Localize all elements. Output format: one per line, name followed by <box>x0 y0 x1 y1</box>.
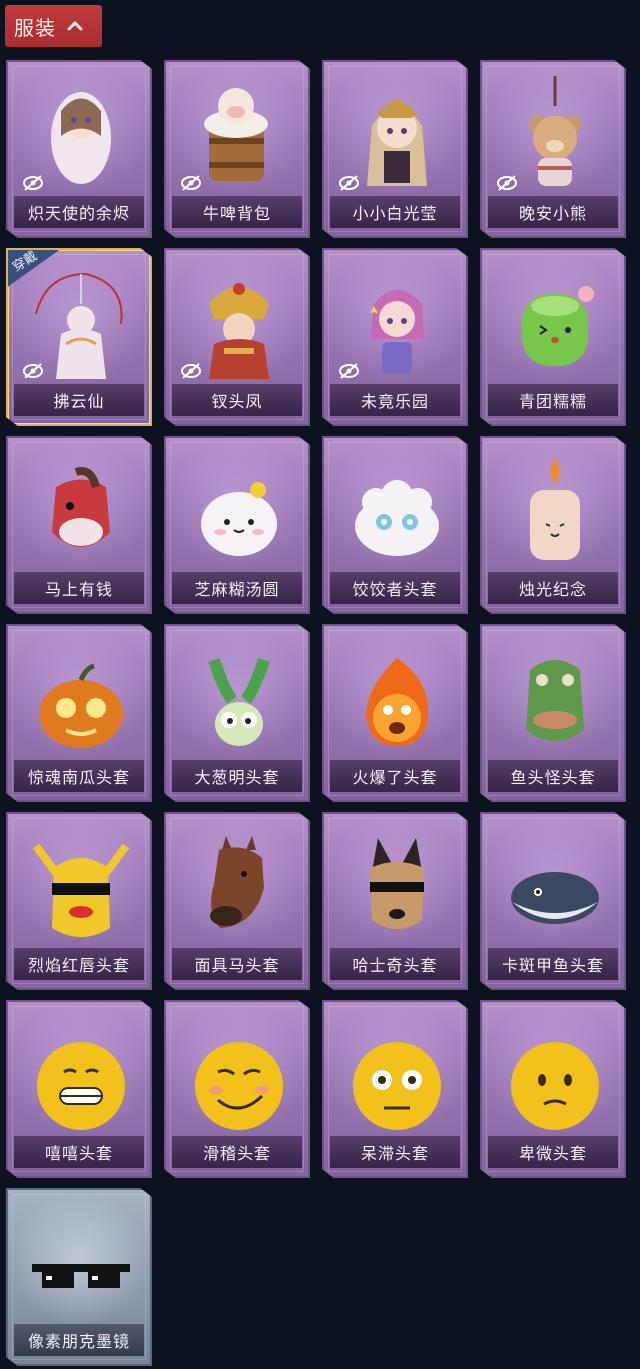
costume-head-pumpkin <box>39 663 123 748</box>
costume-card[interactable]: 钗头凤 <box>164 248 310 426</box>
costume-name: 滑稽头套 <box>172 1136 302 1168</box>
costume-name: 青团糯糯 <box>488 384 618 416</box>
costume-name: 炽天使的余烬 <box>14 196 144 228</box>
costume-name: 面具马头套 <box>172 948 302 980</box>
costume-card[interactable]: 滑稽头套 <box>164 1000 310 1178</box>
hidden-eye-icon[interactable] <box>338 362 360 380</box>
costume-card[interactable]: 像素朋克墨镜 <box>6 1188 152 1366</box>
wearing-badge: 穿戴 <box>8 250 62 288</box>
costume-card[interactable]: 惊魂南瓜头套 <box>6 624 152 802</box>
costume-card[interactable]: 青团糯糯 <box>480 248 626 426</box>
costume-figure-green-rice-ball <box>522 286 594 366</box>
costume-card[interactable]: 烈焰红唇头套 <box>6 812 152 990</box>
costume-head-fish-monster <box>526 660 584 741</box>
hidden-eye-icon[interactable] <box>22 174 44 192</box>
costume-name: 烈焰红唇头套 <box>14 948 144 980</box>
costume-head-dazed-emoji <box>353 1042 441 1130</box>
costume-card[interactable]: 哈士奇头套 <box>322 812 468 990</box>
costume-card[interactable]: 卑微头套 <box>480 1000 626 1178</box>
costume-head-sesame-dumpling <box>201 482 277 556</box>
costume-head-grin-emoji <box>37 1042 125 1130</box>
costume-name: 像素朋克墨镜 <box>14 1324 144 1356</box>
costume-card[interactable]: 饺饺者头套 <box>322 436 468 614</box>
costume-name: 哈士奇头套 <box>330 948 460 980</box>
costume-head-spotted-fish <box>511 872 599 924</box>
costume-head-scallion <box>208 658 270 746</box>
costume-name: 晚安小熊 <box>488 196 618 228</box>
chevron-up-icon <box>67 21 83 31</box>
costume-head-candle <box>530 458 580 560</box>
costume-head-horse-red <box>52 467 110 547</box>
costume-card[interactable]: 晚安小熊 <box>480 60 626 238</box>
hidden-eye-icon[interactable] <box>180 174 202 192</box>
costume-name: 小小白光莹 <box>330 196 460 228</box>
costume-name: 牛啤背包 <box>172 196 302 228</box>
hidden-eye-icon[interactable] <box>180 362 202 380</box>
costume-head-husky <box>370 838 424 929</box>
costume-pixel-sunglasses <box>32 1264 130 1288</box>
costume-card[interactable]: 卡斑甲鱼头套 <box>480 812 626 990</box>
costume-name: 马上有钱 <box>14 572 144 604</box>
category-title: 服装 <box>14 15 56 40</box>
costume-card[interactable]: 马上有钱 <box>6 436 152 614</box>
costume-card[interactable]: 面具马头套 <box>164 812 310 990</box>
costume-card[interactable]: 火爆了头套 <box>322 624 468 802</box>
costume-name: 大葱明头套 <box>172 760 302 792</box>
costume-name: 惊魂南瓜头套 <box>14 760 144 792</box>
costume-name: 卡斑甲鱼头套 <box>488 948 618 980</box>
costume-head-fire <box>366 658 429 746</box>
costume-card[interactable]: 鱼头怪头套 <box>480 624 626 802</box>
costume-card[interactable]: 大葱明头套 <box>164 624 310 802</box>
costume-card[interactable]: 芝麻糊汤圆 <box>164 436 310 614</box>
costume-card[interactable]: 牛啤背包 <box>164 60 310 238</box>
hidden-eye-icon[interactable] <box>22 362 44 380</box>
costume-head-humble-emoji <box>511 1042 599 1130</box>
costume-head-smirk-emoji <box>195 1042 283 1130</box>
costume-name: 芝麻糊汤圆 <box>172 572 302 604</box>
costume-card[interactable]: 未竟乐园 <box>322 248 468 426</box>
costume-card[interactable]: 嘻嘻头套 <box>6 1000 152 1178</box>
costume-name: 呆滞头套 <box>330 1136 460 1168</box>
costume-name: 鱼头怪头套 <box>488 760 618 792</box>
hidden-eye-icon[interactable] <box>496 174 518 192</box>
costume-name: 嘻嘻头套 <box>14 1136 144 1168</box>
costume-name: 火爆了头套 <box>330 760 460 792</box>
hidden-eye-icon[interactable] <box>338 174 360 192</box>
costume-card[interactable]: 烛光纪念 <box>480 436 626 614</box>
costume-name: 拂云仙 <box>14 384 144 416</box>
costume-card[interactable]: 炽天使的余烬 <box>6 60 152 238</box>
category-toggle-button[interactable]: 服装 <box>5 5 102 47</box>
costume-card[interactable]: 小小白光莹 <box>322 60 468 238</box>
costume-name: 饺饺者头套 <box>330 572 460 604</box>
costume-card-selected[interactable]: 穿戴 拂云仙 <box>6 248 152 426</box>
costume-head-red-lips <box>32 843 130 937</box>
costume-name: 烛光纪念 <box>488 572 618 604</box>
costume-name: 卑微头套 <box>488 1136 618 1168</box>
costume-card[interactable]: 呆滞头套 <box>322 1000 468 1178</box>
costume-name: 未竟乐园 <box>330 384 460 416</box>
costume-head-horse-mask <box>210 836 264 928</box>
costume-name: 钗头凤 <box>172 384 302 416</box>
costume-head-dumpling <box>355 480 439 556</box>
